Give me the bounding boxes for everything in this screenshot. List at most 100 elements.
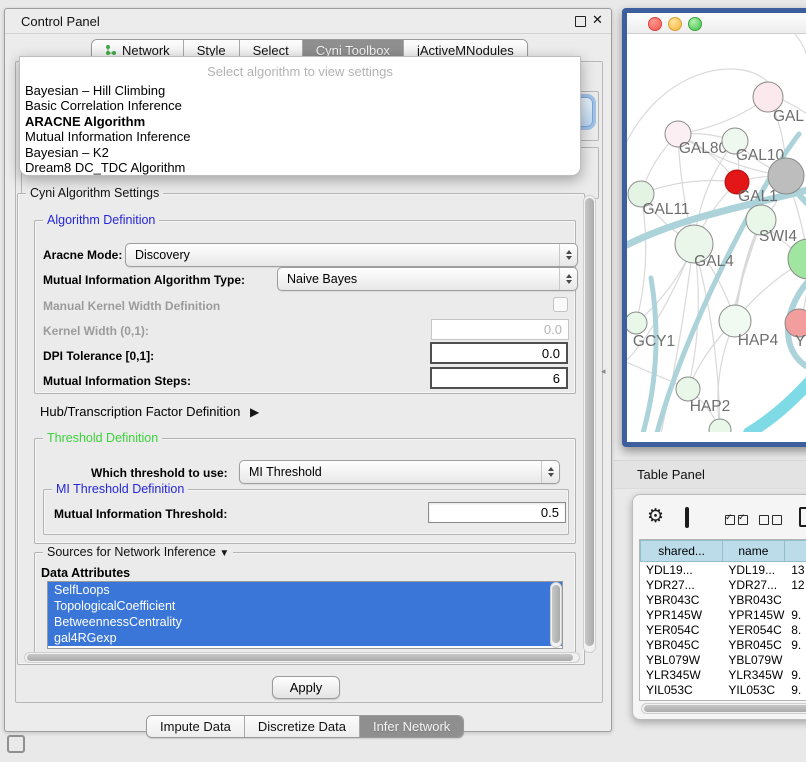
manual-kernel-checkbox[interactable] <box>553 297 568 312</box>
attributes-list-scrollbar[interactable] <box>550 582 562 648</box>
network-node-label: GAL1 <box>738 188 778 205</box>
mi-steps-label: Mutual Information Steps: <box>43 374 191 388</box>
node-table: shared...name YDL19...YDL19...13YDR27...… <box>639 539 806 701</box>
dropdown-items: Bayesian – Hill ClimbingBasic Correlatio… <box>20 83 580 175</box>
mi-threshold-input[interactable]: 0.5 <box>428 502 566 523</box>
network-node-gcy1[interactable] <box>627 312 647 334</box>
dpi-tolerance-input[interactable]: 0.0 <box>430 342 568 364</box>
attribute-list-item[interactable]: TopologicalCoefficient <box>48 598 562 614</box>
split-panel-icon[interactable] <box>685 507 689 528</box>
bottom-tab-discretize-data[interactable]: Discretize Data <box>245 716 360 737</box>
network-edge-thick[interactable] <box>643 278 656 432</box>
table-cell: YPR145W <box>640 608 722 622</box>
table-cell: YER054C <box>722 623 785 637</box>
settings-vertical-scrollbar[interactable] <box>583 195 596 653</box>
table-cell: YER054C <box>640 623 722 637</box>
table-cell: YDR27... <box>722 578 785 592</box>
table-panel-header: Table Panel <box>614 460 806 489</box>
float-window-icon[interactable] <box>575 16 586 27</box>
table-row[interactable]: YIL053CYIL053C9. <box>640 682 806 697</box>
dropdown-item[interactable]: Dream8 DC_TDC Algorithm <box>20 160 580 175</box>
panel-splitter-arrow-icon[interactable]: ◂ <box>601 366 606 377</box>
network-node[interactable] <box>768 158 804 194</box>
table-cell: YLR345W <box>640 668 722 682</box>
table-column-header[interactable] <box>785 540 806 562</box>
combo-arrows-icon <box>559 244 577 266</box>
network-node-label: HAP2 <box>690 398 731 415</box>
table-panel-title: Table Panel <box>637 467 705 482</box>
close-icon[interactable]: ✕ <box>592 12 603 28</box>
network-edge[interactable] <box>735 234 757 305</box>
data-attributes-list[interactable]: SelfLoopsTopologicalCoefficientBetweenne… <box>47 581 563 649</box>
cyni-algorithm-settings-group: Cyni Algorithm Settings Algorithm Defini… <box>17 193 585 665</box>
table-cell: YBL079W <box>722 653 785 667</box>
table-row[interactable]: YBR045CYBR045C9. <box>640 637 806 652</box>
table-cell: YBL079W <box>640 653 722 667</box>
network-node-label: GCY1 <box>633 333 675 350</box>
network-node-label: GAL <box>773 108 804 125</box>
bottom-tab-strip: Impute DataDiscretize DataInfer Network <box>146 715 464 738</box>
table-cell: YLR345W <box>722 668 785 682</box>
minimize-traffic-light-icon[interactable] <box>668 17 682 31</box>
attribute-list-item[interactable]: gal4RGexp <box>48 630 562 646</box>
which-threshold-value: MI Threshold <box>249 465 322 479</box>
attribute-list-item[interactable]: SelfLoops <box>48 582 562 598</box>
dropdown-item[interactable]: Bayesian – Hill Climbing <box>20 83 580 98</box>
dropdown-item[interactable]: Basic Correlation Inference <box>20 98 580 113</box>
sources-title: Sources for Network Inference ▼ <box>43 545 233 559</box>
settings-horizontal-scrollbar[interactable] <box>24 652 580 663</box>
close-traffic-light-icon[interactable] <box>648 17 662 31</box>
network-node[interactable] <box>709 419 731 432</box>
hub-definition-section[interactable]: Hub/Transcription Factor Definition ▶ <box>40 404 259 419</box>
table-horizontal-scrollbar[interactable] <box>641 703 806 714</box>
combo-arrows-icon <box>541 461 559 483</box>
combo-arrows-icon <box>559 268 577 290</box>
data-attributes-label: Data Attributes <box>41 566 130 580</box>
mi-threshold-label: Mutual Information Threshold: <box>54 507 227 521</box>
mi-type-combo[interactable]: Naive Bayes <box>277 267 578 291</box>
table-header-row: shared...name <box>640 540 806 562</box>
kernel-width-input[interactable]: 0.0 <box>431 319 569 340</box>
table-row[interactable]: YDL19...YDL19...13 <box>640 562 806 577</box>
network-graph: GALGAL80GAL10GAL1GAL11SWI4GAL4GCY1HAP4YH… <box>627 34 806 432</box>
network-edge-thick[interactable] <box>749 374 806 432</box>
table-row[interactable]: YPR145WYPR145W9. <box>640 607 806 622</box>
table-cell: YBR045C <box>640 638 722 652</box>
cytopanel-corner-icon[interactable] <box>7 735 25 753</box>
mi-steps-input[interactable]: 6 <box>430 367 568 389</box>
attribute-list-item[interactable]: BetweennessCentrality <box>48 614 562 630</box>
dropdown-placeholder: Select algorithm to view settings <box>20 57 580 83</box>
table-row[interactable]: YER054CYER054C8. <box>640 622 806 637</box>
network-edge[interactable] <box>795 34 806 60</box>
table-cell: 9. <box>785 638 806 652</box>
table-row[interactable]: YBR043CYBR043C <box>640 592 806 607</box>
bottom-tab-infer-network[interactable]: Infer Network <box>360 716 463 737</box>
zoom-traffic-light-icon[interactable] <box>688 17 702 31</box>
network-canvas[interactable]: GALGAL80GAL10GAL1GAL11SWI4GAL4GCY1HAP4YH… <box>627 34 806 432</box>
algorithm-dropdown-popup: Select algorithm to view settings Bayesi… <box>19 56 581 176</box>
select-all-icon[interactable] <box>725 512 748 530</box>
aracne-mode-combo[interactable]: Discovery <box>125 243 578 267</box>
control-panel-titlebar: Control Panel ✕ <box>5 9 611 34</box>
dropdown-item[interactable]: Mutual Information Inference <box>20 129 580 144</box>
table-column-header[interactable]: name <box>723 540 784 562</box>
table-row[interactable]: YBL079WYBL079W <box>640 652 806 667</box>
dropdown-item[interactable]: ARACNE Algorithm <box>20 114 580 129</box>
network-edge[interactable] <box>641 181 737 194</box>
table-row[interactable]: YLR345WYLR345W9. <box>640 667 806 682</box>
table-row[interactable]: YDR27...YDR27...12 <box>640 577 806 592</box>
table-function-icon[interactable] <box>799 507 806 527</box>
apply-button[interactable]: Apply <box>272 676 340 699</box>
table-cell: YIL053C <box>722 683 785 697</box>
bottom-tab-impute-data[interactable]: Impute Data <box>147 716 245 737</box>
table-cell: 8. <box>785 623 806 637</box>
table-column-header[interactable]: shared... <box>640 540 723 562</box>
gear-icon[interactable]: ⚙ <box>647 507 664 526</box>
manual-kernel-label: Manual Kernel Width Definition <box>43 299 220 313</box>
network-node[interactable] <box>788 239 806 279</box>
deselect-all-icon[interactable] <box>759 512 782 530</box>
dropdown-item[interactable]: Bayesian – K2 <box>20 145 580 160</box>
table-cell: YBR043C <box>722 593 785 607</box>
which-threshold-combo[interactable]: MI Threshold <box>239 460 560 484</box>
mi-threshold-definition-title: MI Threshold Definition <box>52 482 188 496</box>
